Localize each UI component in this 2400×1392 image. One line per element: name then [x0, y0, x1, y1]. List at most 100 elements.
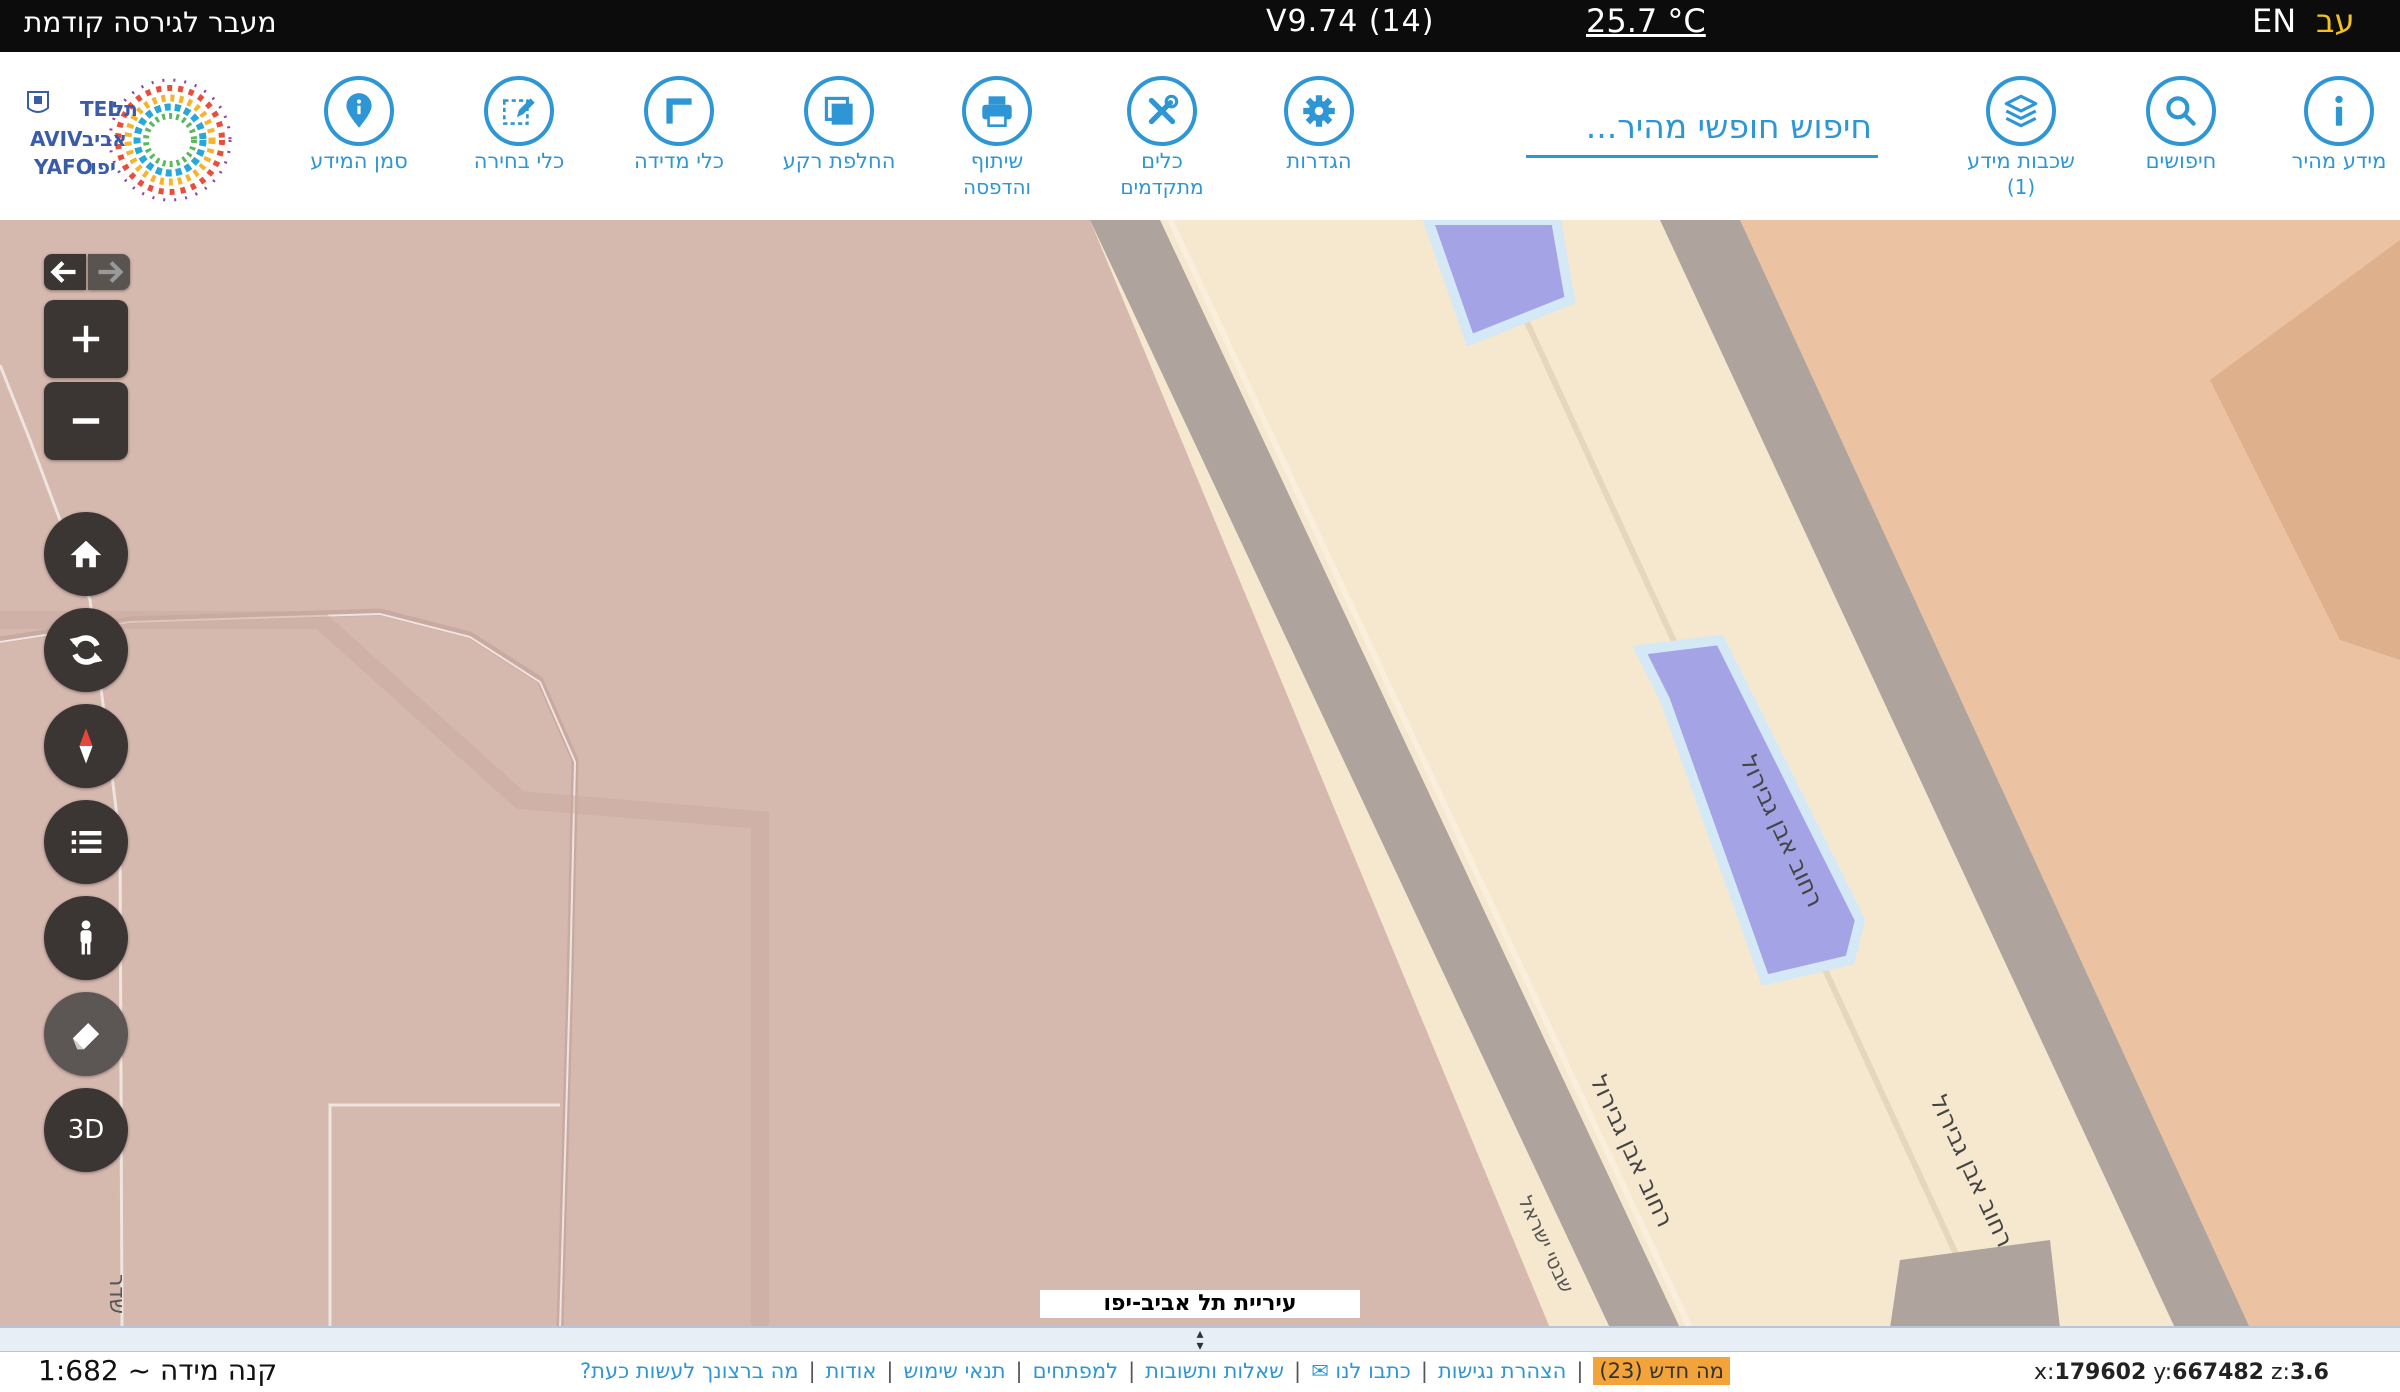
home-icon	[70, 540, 102, 568]
advanced-tools-label-2: מתקדמים	[1120, 175, 1204, 199]
coord-x-label: x:	[2034, 1360, 2055, 1385]
top-bar: מעבר לגירסה קודמת V9.74 (14) 25.7 °C EN …	[0, 0, 2400, 52]
footer-separator: |	[1015, 1359, 1023, 1383]
select-tools-label: כלי בחירה	[473, 149, 565, 173]
eraser-button[interactable]	[44, 992, 128, 1076]
settings-label: הגדרות	[1286, 149, 1352, 173]
share-print-label: שיתוף	[970, 149, 1024, 173]
footer-separator: |	[886, 1359, 894, 1383]
layers-icon	[1986, 76, 2056, 146]
tel-aviv-yafo-logo[interactable]: TEL תל AVIV אביב YAFO יפו	[20, 74, 250, 204]
gear-icon	[1284, 76, 1354, 146]
list-icon	[71, 831, 102, 853]
searches-button[interactable]: חיפושים	[2096, 76, 2266, 174]
measure-label: כלי מדידה	[633, 149, 725, 173]
plus-icon	[72, 325, 100, 353]
compass-icon	[79, 728, 93, 764]
panel-splitter[interactable]: ▴ ▾	[0, 1326, 2400, 1354]
3d-button[interactable]: 3D	[44, 1088, 128, 1172]
switch-background-label: החלפת רקע	[782, 149, 896, 173]
minus-icon	[72, 418, 100, 424]
history-forward-button[interactable]	[88, 254, 130, 290]
switch-background-button[interactable]: החלפת רקע	[754, 76, 924, 174]
refresh-icon	[69, 635, 103, 665]
coord-z-label: z:	[2271, 1360, 2290, 1385]
coordinates-readout: x:179602 y:667482 z:3.6	[2034, 1360, 2329, 1385]
zoom-out-button[interactable]	[44, 382, 128, 460]
searches-label: חיפושים	[2145, 149, 2217, 173]
tools-icon	[1127, 76, 1197, 146]
language-en-button[interactable]: EN	[2252, 2, 2296, 40]
home-button[interactable]	[44, 512, 128, 596]
quick-search	[1526, 98, 1878, 158]
resize-handle-icon[interactable]: ▴ ▾	[1186, 1327, 1214, 1354]
footer-link-developers[interactable]: למפתחים	[1033, 1359, 1118, 1383]
info-icon	[2304, 76, 2374, 146]
whats-new-button[interactable]: מה חדש (23)	[1593, 1357, 1730, 1385]
share-print-label-2: והדפסה	[963, 175, 1031, 199]
temperature-link[interactable]: 25.7 °C	[1586, 2, 1706, 40]
coord-y: 667482	[2172, 1360, 2264, 1385]
edit-select-icon	[484, 76, 554, 146]
share-print-button[interactable]: שיתוף והדפסה	[912, 76, 1082, 200]
mark-info-label: סמן המידע	[310, 149, 408, 173]
compass-button[interactable]	[44, 704, 128, 788]
coord-y-label: y:	[2153, 1360, 2173, 1385]
edge-street-label: שדר	[104, 1274, 129, 1314]
legend-button[interactable]	[44, 800, 128, 884]
city-emblem-icon	[27, 91, 49, 113]
map-canvas[interactable]: רחוב אבן גבירול רחוב אבן גבירול רחוב אבן…	[0, 220, 2400, 1328]
footer-links: מה ברצונך לעשות כעת? | אודות | תנאי שימו…	[580, 1354, 1730, 1388]
person-icon	[80, 920, 92, 955]
logo-text-he3: יפו	[90, 155, 116, 179]
logo-text-yafo: YAFO	[33, 155, 93, 179]
map-base-layer[interactable]: רחוב אבן גבירול רחוב אבן גבירול רחוב אבן…	[0, 220, 2400, 1328]
footer-link-what-to-do[interactable]: מה ברצונך לעשות כעת?	[580, 1359, 799, 1383]
previous-version-link[interactable]: מעבר לגירסה קודמת	[24, 6, 277, 39]
footer-separator: |	[808, 1359, 816, 1383]
eraser-icon	[72, 1023, 100, 1050]
refresh-button[interactable]	[44, 608, 128, 692]
footer-link-terms[interactable]: תנאי שימוש	[903, 1359, 1005, 1383]
ruler-icon	[644, 76, 714, 146]
search-input[interactable]	[1526, 98, 1878, 154]
layers-button[interactable]: שכבות מידע (1)	[1936, 76, 2106, 200]
footer-separator: |	[1128, 1359, 1136, 1383]
language-he-button[interactable]: עב	[2316, 2, 2355, 40]
settings-button[interactable]: הגדרות	[1234, 76, 1404, 174]
version-label: V9.74 (14)	[1266, 4, 1435, 39]
layers-label: שכבות מידע	[1967, 149, 2075, 173]
arrow-right-icon	[98, 261, 124, 283]
footer-link-about[interactable]: אודות	[826, 1359, 877, 1383]
map-pin-icon	[324, 76, 394, 146]
footer-separator: |	[1294, 1359, 1302, 1383]
footer-link-accessibility[interactable]: הצהרת נגישות	[1438, 1359, 1566, 1383]
history-back-button[interactable]	[44, 254, 86, 290]
city-label: עיריית תל אביב-יפו	[1040, 1290, 1360, 1318]
footer-link-faq[interactable]: שאלות ותשובות	[1145, 1359, 1284, 1383]
footer-separator: |	[1576, 1359, 1584, 1383]
footer-separator: |	[1420, 1359, 1428, 1383]
layers-count: (1)	[2006, 175, 2036, 199]
main-toolbar: מידע מהיר חיפושים שכבות מידע (1) הגדרות …	[0, 52, 2400, 220]
coord-z: 3.6	[2289, 1360, 2329, 1385]
select-tools-button[interactable]: כלי בחירה	[434, 76, 604, 174]
map-scale: קנה מידה ~ 1:682	[38, 1354, 278, 1387]
coord-x: 179602	[2054, 1360, 2147, 1385]
advanced-tools-label: כלים	[1141, 149, 1183, 173]
arrow-left-icon	[50, 261, 76, 283]
printer-icon	[962, 76, 1032, 146]
logo-text-aviv: AVIV	[30, 127, 83, 151]
measure-button[interactable]: כלי מדידה	[594, 76, 764, 174]
logo-text-he1: תל	[112, 97, 138, 121]
footer-link-contact[interactable]: כתבו לנו ✉	[1311, 1359, 1411, 1383]
advanced-tools-button[interactable]: כלים מתקדמים	[1077, 76, 1247, 200]
quick-info-button[interactable]: מידע מהיר	[2254, 76, 2400, 174]
mark-info-button[interactable]: סמן המידע	[274, 76, 444, 174]
3d-label: 3D	[67, 1115, 105, 1145]
street-view-button[interactable]	[44, 896, 128, 980]
logo-text-he2: אביב	[82, 127, 127, 151]
footer-bar: קנה מידה ~ 1:682 מה ברצונך לעשות כעת? | …	[0, 1352, 2400, 1392]
search-icon	[2146, 76, 2216, 146]
zoom-in-button[interactable]	[44, 300, 128, 378]
